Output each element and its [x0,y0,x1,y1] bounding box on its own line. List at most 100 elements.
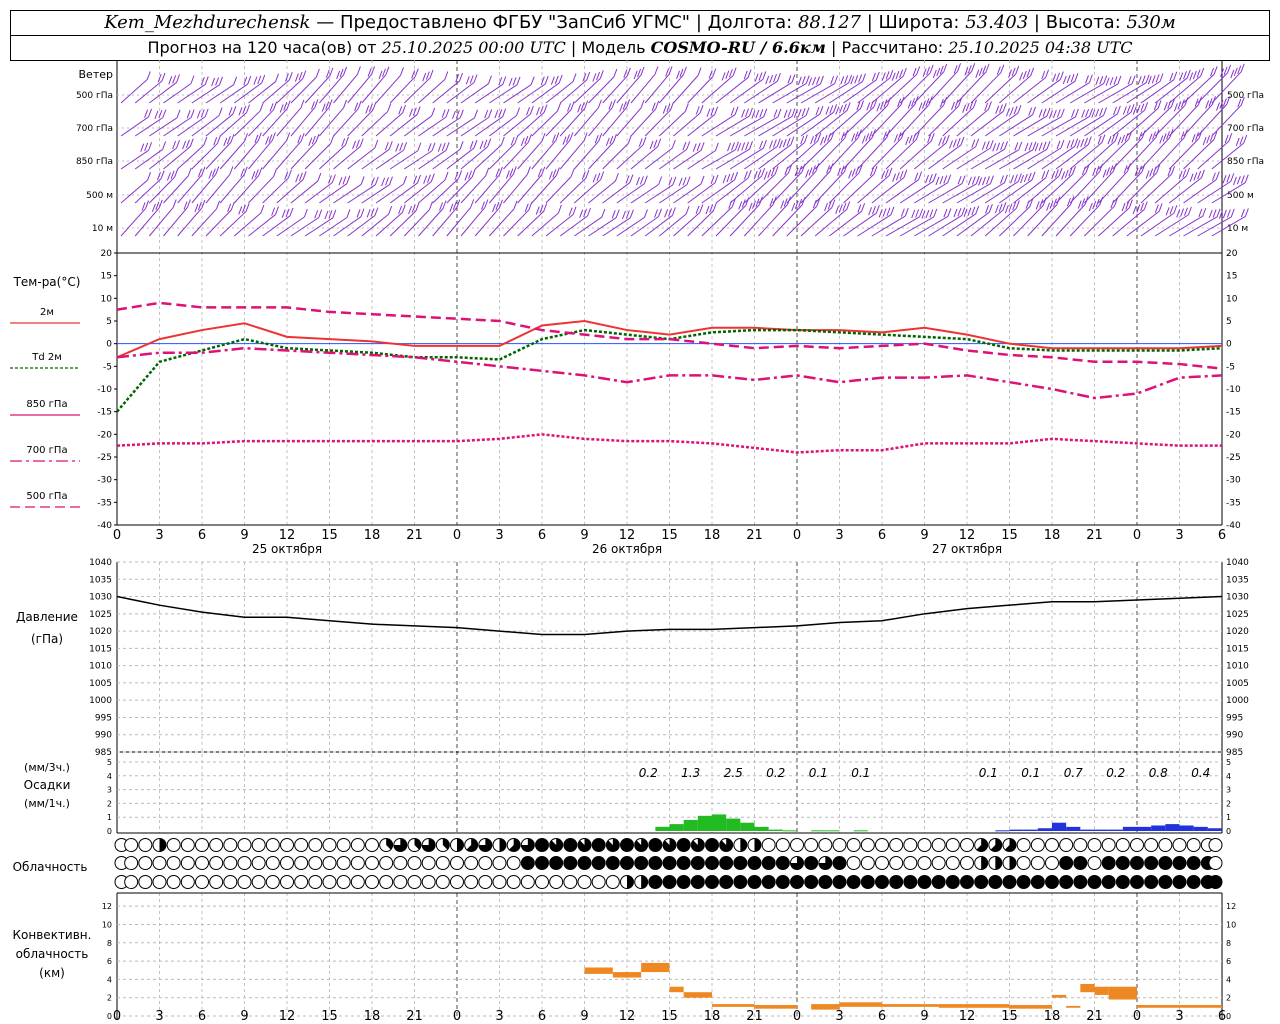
wind-barb-feather [317,172,322,182]
precip-bar [1094,829,1109,831]
cloud-fill [705,838,719,852]
cloud-cell [634,838,649,852]
wind-barb-feather [1042,108,1047,117]
x-tick-label: 3 [835,528,843,543]
cloud-cell [520,838,535,852]
x-tick-label: 6 [878,1009,886,1024]
wind-barb [148,199,177,237]
wind-barb-feather [275,206,279,215]
wind-barb [120,108,153,137]
precip-title: Осадки [24,778,71,792]
wind-barb-feather [572,206,577,215]
x-tick-label: 21 [406,528,423,543]
wind-barb-feather [1230,69,1235,79]
cloud-circle [889,856,904,870]
wind-barb-feather [921,100,926,109]
wind-barb-feather [612,134,617,143]
wind-barb-feather [512,166,517,175]
wind-barb-feather [1095,108,1100,118]
precip-bar [1207,828,1222,831]
wind-barb-shaft [913,104,945,137]
wind-barb-feather [415,202,420,212]
cloud-cell [775,856,790,870]
wind-barb [758,108,796,137]
cloud-fill [1059,856,1073,870]
temp-series-500-гПа [116,433,1222,454]
cloud-cell [265,856,280,870]
cloud-cell [535,856,549,870]
cloud-circle [1115,838,1130,852]
cloud-fill [903,875,917,889]
cloud-cell [478,856,493,870]
cloud-cell [804,875,819,889]
cloud-cell [1087,856,1102,870]
precip-tick-label: 1 [1226,813,1231,822]
wind-barb [248,132,276,170]
wind-barb-feather [1169,206,1174,215]
wind-barb-shaft [715,115,750,137]
wind-barb-feather [962,104,967,113]
wind-barb-feather [960,136,965,146]
cloud-circle [1016,838,1031,852]
cloud-cell [818,856,833,870]
wind-barb-feather [692,143,697,152]
conv-bar [584,967,613,974]
wind-barb-shaft [871,137,902,170]
wind-barb-feather [851,168,856,177]
wind-barb-feather [1155,129,1160,138]
wind-barb-feather [907,100,912,109]
pressure-line [116,595,1223,636]
wind-barb [375,67,404,104]
wind-barb-shaft [984,73,1017,104]
cloud-circle [124,856,139,870]
cloud-cell [1172,856,1187,870]
wind-barb-feather [787,108,792,118]
temp-tick-label: -15 [1226,408,1241,418]
wind-barb [460,167,490,204]
wind-barb-feather [783,109,788,118]
x-tick-label: 21 [406,1009,423,1024]
wind-barb-shaft [630,184,659,204]
wind-barb-feather [187,167,192,177]
pressure-tick-label: 1010 [89,662,112,672]
wind-barb-feather [1200,169,1205,178]
wind-barb-feather [981,141,986,151]
cloud-circle [478,856,493,870]
cloud-cell [988,838,1003,852]
wind-barb-feather [654,66,659,75]
conv-tick-label: 0 [1226,1012,1231,1021]
wind-barb-feather [302,171,307,180]
wind-barb-shaft [134,80,163,104]
wind-barb-feather [1009,107,1014,116]
pressure-tick-label: 990 [1226,731,1243,741]
wind-barb [1055,136,1092,170]
wind-barb-shaft [913,71,945,104]
cloud-cell [138,856,153,870]
wind-barb-shaft [1041,173,1073,204]
wind-barb-feather [1113,106,1117,116]
wind-barb-feather [861,203,866,212]
conv-bar [1080,983,1095,993]
wind-barb [233,167,263,204]
temp-tick-label: -15 [97,408,112,418]
wind-barb-shaft [149,82,177,104]
wind-barb-feather [1070,139,1075,148]
wind-barb-shaft [1140,106,1172,137]
wind-barb-shaft [489,84,518,104]
cloud-circle [280,856,294,870]
wind-barb [899,173,937,204]
wind-barb-shaft [262,215,291,237]
cloud-cell [818,838,833,852]
conv-bar [612,972,642,978]
cloud-fill [1173,875,1186,889]
cloud-fill [889,875,903,889]
wind-barb-feather [505,170,510,179]
wind-barb-feather [599,70,604,79]
wind-barb-feather [697,67,702,76]
wind-barb-feather [182,140,187,150]
wind-barb-shaft [857,214,892,237]
wind-barb [828,164,863,204]
cloud-circle [265,838,280,852]
wind-barb-feather [699,204,704,213]
cloud-circle [960,856,974,870]
